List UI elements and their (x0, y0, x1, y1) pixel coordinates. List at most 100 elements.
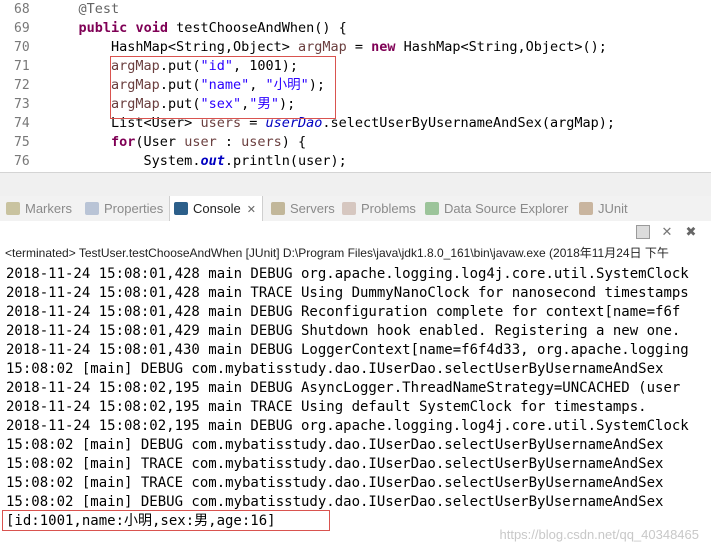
code-token: .put( (159, 58, 201, 74)
console-result-line: [id:1001,name:小明,sex:男,age:16] (6, 513, 276, 529)
code-token: testChooseAndWhen() { (167, 20, 347, 36)
code-token: "sex" (200, 96, 242, 112)
line-number: 74 (14, 116, 30, 131)
code-line: List<User> users = userDao.selectUserByU… (46, 114, 615, 133)
console-line: 2018-11-24 15:08:01,429 main DEBUG Shutd… (6, 323, 681, 339)
terminate-icon[interactable] (636, 225, 650, 239)
code-token: new (371, 39, 396, 55)
code-token: HashMap<String,Object>(); (395, 39, 607, 55)
code-token: .selectUserByUsernameAndSex(argMap); (322, 115, 615, 131)
line-number-gutter: 68 69 70 71 72 73 74 75 76 (0, 0, 40, 172)
tab-label: Data Source Explorer (444, 201, 569, 216)
console-line: 15:08:02 [main] DEBUG com.mybatisstudy.d… (6, 494, 664, 510)
tab-markers[interactable]: Markers (6, 196, 72, 221)
code-token: public (78, 20, 128, 36)
code-token: .put( (159, 77, 201, 93)
code-token: ); (308, 77, 326, 93)
code-token: user (184, 134, 217, 150)
data-source-icon (425, 202, 439, 215)
code-token: .put( (159, 96, 201, 112)
remove-launch-icon[interactable]: ✕ (660, 225, 674, 239)
code-token: , (241, 96, 250, 112)
close-icon[interactable]: ✕ (247, 204, 256, 216)
code-token: void (135, 20, 168, 36)
code-editor[interactable]: 68 69 70 71 72 73 74 75 76 @Test public … (0, 0, 711, 172)
problems-icon (342, 202, 356, 215)
servers-icon (271, 202, 285, 215)
console-line: 2018-11-24 15:08:01,430 main DEBUG Logge… (6, 342, 689, 358)
console-output[interactable]: 2018-11-24 15:08:01,428 main DEBUG org.a… (0, 263, 711, 554)
junit-icon (579, 202, 593, 215)
line-number: 76 (14, 154, 30, 169)
line-number: 72 (14, 78, 30, 93)
console-status-line: <terminated> TestUser.testChooseAndWhen … (0, 243, 711, 263)
code-token: "name" (200, 77, 250, 93)
tab-servers[interactable]: Servers (271, 196, 335, 221)
tab-label: Problems (361, 201, 416, 216)
code-token: "男" (249, 96, 279, 112)
code-token: ); (279, 96, 296, 112)
code-token: argMap (111, 77, 160, 93)
code-token: out (200, 153, 225, 169)
line-number: 70 (14, 40, 30, 55)
console-line: 2018-11-24 15:08:01,428 main DEBUG Recon… (6, 304, 681, 320)
console-line: 2018-11-24 15:08:02,195 main TRACE Using… (6, 399, 647, 415)
code-token: userDao (265, 115, 323, 131)
code-line: argMap.put("name", "小明"); (46, 76, 325, 95)
console-line: 15:08:02 [main] TRACE com.mybatisstudy.d… (6, 475, 664, 491)
tab-label: Markers (25, 201, 72, 216)
code-line: @Test (46, 0, 120, 19)
line-number: 69 (14, 21, 30, 36)
console-line: 2018-11-24 15:08:02,195 main DEBUG Async… (6, 380, 681, 396)
code-line: argMap.put("id", 1001); (46, 57, 298, 76)
code-token: , (249, 77, 266, 93)
line-number: 73 (14, 97, 30, 112)
code-line: argMap.put("sex","男"); (46, 95, 295, 114)
markers-icon (6, 202, 20, 215)
line-number: 71 (14, 59, 30, 74)
tab-console[interactable]: Console ✕ (169, 196, 263, 222)
code-token: : (216, 134, 242, 150)
code-token: argMap (111, 96, 160, 112)
tab-label: JUnit (598, 201, 628, 216)
code-line: public void testChooseAndWhen() { (46, 19, 347, 38)
code-token: "小明" (265, 77, 309, 93)
code-line: System.out.println(user); (46, 152, 347, 171)
tab-data-source-explorer[interactable]: Data Source Explorer (425, 196, 568, 221)
tab-label: Console (193, 201, 241, 216)
tab-problems[interactable]: Problems (342, 196, 416, 221)
tab-junit[interactable]: JUnit (579, 196, 628, 221)
panel-divider[interactable] (0, 172, 711, 197)
code-token: , 1001); (232, 58, 298, 74)
tab-label: Servers (290, 201, 335, 216)
remove-all-icon[interactable]: ✖ (684, 225, 698, 239)
code-token: users (200, 115, 242, 131)
console-line: 15:08:02 [main] DEBUG com.mybatisstudy.d… (6, 437, 664, 453)
console-line: 2018-11-24 15:08:01,428 main DEBUG org.a… (6, 266, 689, 282)
code-token: HashMap<String,Object> (111, 39, 298, 55)
code-token: = (346, 39, 372, 55)
code-token: List<User> (111, 115, 201, 131)
tab-properties[interactable]: Properties (85, 196, 163, 221)
line-number: 68 (14, 2, 30, 17)
line-number: 75 (14, 135, 30, 150)
code-token: ) { (281, 134, 307, 150)
properties-icon (85, 202, 99, 215)
console-toolbar: ✕ ✖ (0, 221, 711, 243)
tab-label: Properties (104, 201, 164, 216)
code-token: .println(user); (224, 153, 347, 169)
console-line: 2018-11-24 15:08:01,428 main TRACE Using… (6, 285, 689, 301)
console-line: 15:08:02 [main] TRACE com.mybatisstudy.d… (6, 456, 664, 472)
code-token: users (241, 134, 282, 150)
code-line: HashMap<String,Object> argMap = new Hash… (46, 38, 607, 57)
code-token: argMap (297, 39, 347, 55)
